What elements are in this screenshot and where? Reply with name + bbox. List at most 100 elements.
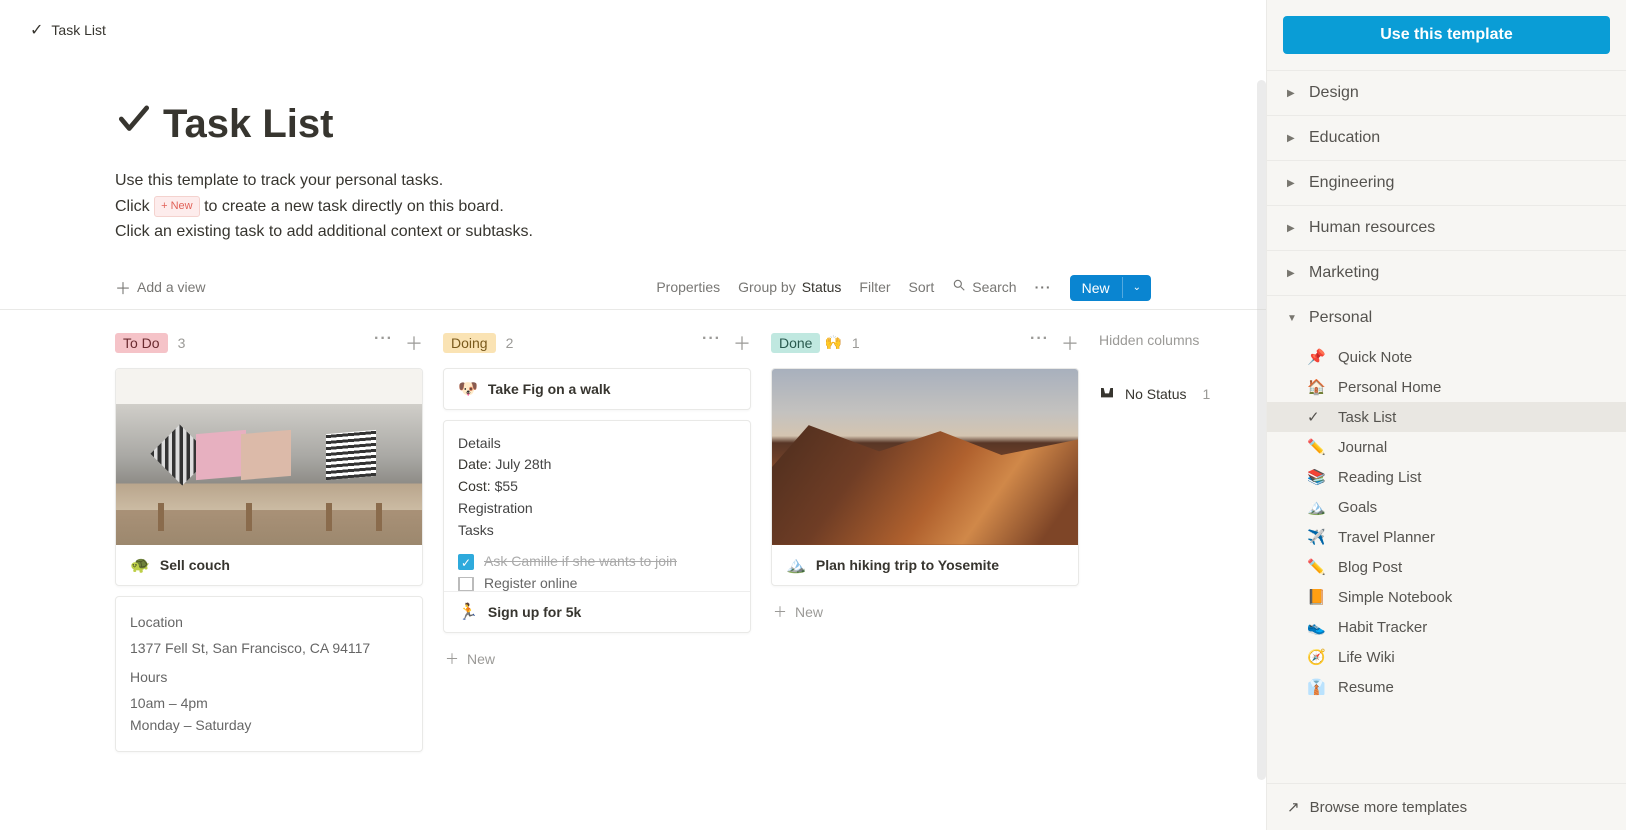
plus-icon: ＋ [115, 275, 131, 299]
column-more-button[interactable]: ··· [374, 330, 393, 356]
filter-button[interactable]: Filter [859, 279, 890, 305]
sidebar-category[interactable]: ▶Engineering [1267, 161, 1626, 206]
sidebar-category[interactable]: ▶Design [1267, 71, 1626, 116]
subtask-row[interactable]: Ask Camille if she wants to join [458, 547, 736, 577]
item-icon: ✏️ [1307, 558, 1326, 576]
properties-button[interactable]: Properties [656, 279, 720, 305]
item-icon: 🧭 [1307, 648, 1326, 666]
sidebar-item[interactable]: ✏️Journal [1267, 432, 1626, 462]
sidebar-item[interactable]: 👔Resume [1267, 672, 1626, 702]
category-label: Engineering [1309, 174, 1394, 192]
plus-icon: ＋ [445, 649, 459, 669]
card-emoji: 🏃 [458, 602, 478, 622]
page-description: Use this template to track your personal… [115, 168, 1151, 245]
card-sell-couch[interactable]: 🐢 Sell couch [115, 368, 423, 586]
sidebar-item[interactable]: 🏔️ Goals [1267, 492, 1626, 522]
subtask-row[interactable]: Register online [458, 577, 736, 591]
item-icon: 📚 [1307, 468, 1326, 486]
chevron-down-icon[interactable]: ⌄ [1122, 277, 1151, 298]
chevron-right-icon: ▶ [1287, 88, 1299, 99]
groupby-value: Status [802, 279, 842, 295]
category-label: Personal [1309, 309, 1372, 327]
card-plan-yosemite[interactable]: 🏔️ Plan hiking trip to Yosemite [771, 368, 1079, 586]
column-tag[interactable]: To Do [115, 333, 168, 353]
sidebar-item[interactable]: 📌Quick Note [1267, 342, 1626, 372]
location-heading: Location [130, 611, 408, 633]
item-icon: 🏔️ [1307, 498, 1326, 516]
sidebar-item[interactable]: 👟Habit Tracker [1267, 612, 1626, 642]
cost-value: $55 [491, 478, 518, 494]
sidebar-item[interactable]: 🏠Personal Home [1267, 372, 1626, 402]
chevron-right-icon: ▶ [1287, 223, 1299, 234]
hidden-columns-label[interactable]: Hidden columns [1099, 330, 1239, 348]
cost-label: Cost: [458, 478, 491, 494]
desc-line-3: Click an existing task to add additional… [115, 219, 1151, 245]
sidebar-item[interactable]: ✏️Blog Post [1267, 552, 1626, 582]
sidebar-item[interactable]: ✓Task List [1267, 402, 1626, 432]
add-new-label: New [467, 651, 495, 667]
column-count: 2 [506, 335, 514, 351]
card-emoji: 🐶 [458, 379, 478, 399]
date-label: Date: [458, 456, 491, 472]
column-add-button[interactable]: ＋ [733, 330, 751, 356]
column-tag[interactable]: Doing [443, 333, 496, 353]
checkbox-unchecked[interactable] [458, 577, 474, 591]
column-more-button[interactable]: ··· [702, 330, 721, 356]
groupby-button[interactable]: Group by Status [738, 279, 841, 305]
category-label: Human resources [1309, 219, 1435, 237]
category-label: Marketing [1309, 264, 1379, 282]
scrollbar[interactable] [1257, 80, 1266, 780]
column-tag[interactable]: Done [771, 333, 820, 353]
item-icon: 👟 [1307, 618, 1326, 636]
sidebar-item[interactable]: 📙Simple Notebook [1267, 582, 1626, 612]
use-template-button[interactable]: Use this template [1283, 16, 1610, 54]
no-status-group[interactable]: No Status 1 [1099, 384, 1239, 405]
no-status-count: 1 [1202, 386, 1210, 402]
sidebar-item[interactable]: ✈️Travel Planner [1267, 522, 1626, 552]
column-count: 1 [852, 335, 860, 351]
column-done: Done 🙌 1 ··· ＋ 🏔️ Plan hiking trip to Yo… [771, 330, 1079, 628]
card-signup-5k[interactable]: Details Date: July 28th Cost: $55 Regist… [443, 420, 751, 633]
column-more-button[interactable]: ··· [1030, 330, 1049, 356]
browse-more-label: Browse more templates [1310, 799, 1468, 816]
column-add-button[interactable]: ＋ [405, 330, 423, 356]
sidebar-category[interactable]: ▶ Human resources [1267, 206, 1626, 251]
new-button[interactable]: New ⌄ [1070, 275, 1151, 301]
sidebar-category-list: ▶Design▶Education▶Engineering▶Human reso… [1267, 70, 1626, 783]
add-new-card-button[interactable]: ＋ New [771, 596, 1079, 628]
sort-button[interactable]: Sort [909, 279, 935, 305]
item-label: Travel Planner [1338, 529, 1435, 546]
card-take-fig-walk[interactable]: 🐶 Take Fig on a walk [443, 368, 751, 410]
add-view-button[interactable]: ＋ Add a view [115, 275, 206, 309]
column-add-button[interactable]: ＋ [1061, 330, 1079, 356]
subtask-text: Ask Camille if she wants to join [484, 551, 677, 573]
no-status-label: No Status [1125, 386, 1186, 402]
browse-more-button[interactable]: ↗ Browse more templates [1267, 783, 1626, 830]
search-button[interactable]: Search [952, 278, 1016, 305]
more-button[interactable]: ··· [1035, 279, 1052, 305]
view-toolbar: ＋ Add a view Properties Group by Status … [0, 265, 1266, 310]
hours-line-2: Monday – Saturday [130, 714, 408, 736]
column-count: 3 [178, 335, 186, 351]
sidebar-item[interactable]: 🧭Life Wiki [1267, 642, 1626, 672]
sidebar-item[interactable]: 📚 Reading List [1267, 462, 1626, 492]
item-label: Goals [1338, 499, 1377, 516]
chevron-right-icon: ▶ [1287, 133, 1299, 144]
add-new-card-button[interactable]: ＋ New [443, 643, 751, 675]
item-label: Reading List [1338, 469, 1421, 486]
sidebar-category[interactable]: ▶Marketing [1267, 251, 1626, 296]
checkbox-checked[interactable] [458, 554, 474, 570]
more-icon: ··· [1035, 279, 1052, 295]
sidebar-category[interactable]: ▼Personal [1267, 296, 1626, 340]
item-icon: 👔 [1307, 678, 1326, 696]
template-sidebar: Use this template ▶Design▶Education▶Engi… [1266, 0, 1626, 830]
desc-line-2a: Click [115, 198, 154, 215]
sidebar-category[interactable]: ▶Education [1267, 116, 1626, 161]
column-header: Doing 2 ··· ＋ [443, 330, 751, 356]
desc-line-1: Use this template to track your personal… [115, 168, 1151, 194]
breadcrumb[interactable]: ✓ Task List [0, 0, 1266, 60]
new-pill: + New [154, 196, 200, 218]
card-title: Sell couch [160, 557, 230, 573]
card-location-details[interactable]: Location 1377 Fell St, San Francisco, CA… [115, 596, 423, 752]
page-title-icon [115, 100, 153, 148]
